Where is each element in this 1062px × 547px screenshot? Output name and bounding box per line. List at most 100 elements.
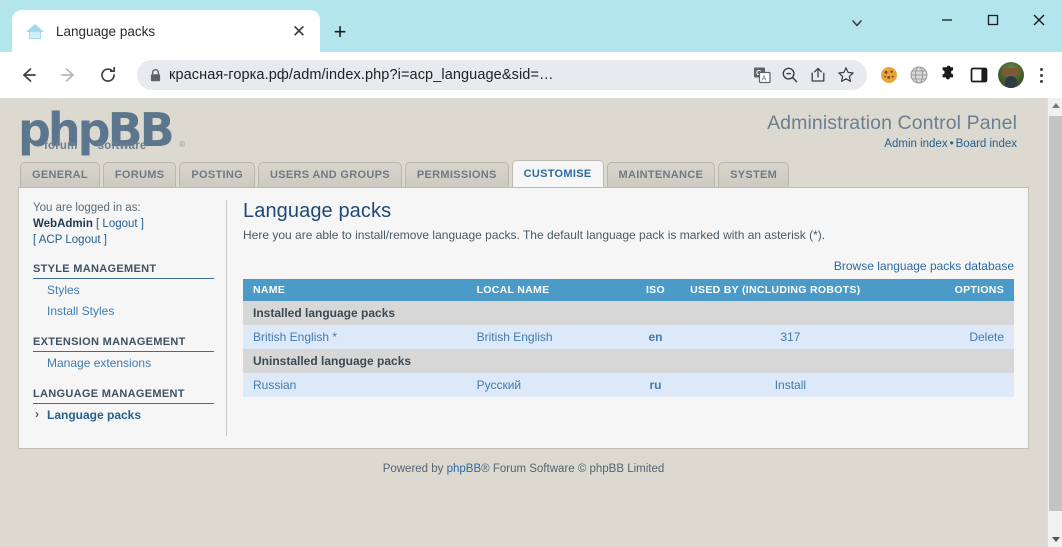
acp-panel: You are logged in as: WebAdmin [ Logout … — [18, 187, 1029, 449]
cell-iso: ru — [620, 373, 691, 397]
language-name-link[interactable]: British English * — [253, 330, 337, 344]
header-links: Admin index • Board index — [767, 138, 1017, 150]
avatar[interactable] — [998, 62, 1024, 88]
browse-link-row: Browse language packs database — [243, 259, 1014, 273]
acp-header: phpBB forum software ® Administration Con… — [18, 98, 1029, 160]
table-group-row: Installed language packs — [243, 301, 1014, 325]
close-window-button[interactable] — [1016, 0, 1062, 40]
page-title: Language packs — [243, 200, 392, 222]
sidebar-heading-style-management: STYLE MANAGEMENT — [33, 263, 214, 279]
close-tab-icon[interactable]: ✕ — [286, 18, 312, 44]
install-link[interactable]: Install — [775, 378, 806, 392]
table-header-row: NAME LOCAL NAME ISO USED BY (INCLUDING R… — [243, 279, 1014, 301]
browser-tab-title: Language packs — [56, 23, 156, 39]
url-text: красная-горка.рф/adm/index.php?i=acp_lan… — [169, 67, 554, 83]
column-header-name: NAME — [243, 279, 467, 301]
scroll-up-arrow-icon[interactable] — [1048, 98, 1062, 113]
phpbb-logo: phpBB forum software ® — [18, 107, 185, 153]
sidebar-heading-extension-management: EXTENSION MANAGEMENT — [33, 336, 214, 352]
tab-system[interactable]: SYSTEM — [718, 162, 790, 187]
browse-language-packs-database-link[interactable]: Browse language packs database — [834, 259, 1014, 273]
cell-name: Russian — [243, 373, 467, 397]
cell-iso: en — [620, 325, 691, 349]
page-viewport: phpBB forum software ® Administration Con… — [0, 98, 1062, 547]
cell-options: Delete — [890, 325, 1014, 349]
tab-posting[interactable]: POSTING — [179, 162, 255, 187]
tab-customise[interactable]: CUSTOMISE — [511, 160, 604, 187]
cookie-icon[interactable] — [874, 58, 904, 92]
tab-general[interactable]: GENERAL — [20, 162, 100, 187]
logged-in-block: You are logged in as: WebAdmin [ Logout … — [33, 200, 214, 248]
minimize-button[interactable] — [924, 0, 970, 40]
sidebar-item-language-packs[interactable]: Language packs — [33, 404, 214, 425]
maximize-button[interactable] — [970, 0, 1016, 40]
vertical-scrollbar[interactable] — [1047, 98, 1062, 547]
logo-sub-forum: forum — [44, 140, 78, 152]
footer-suffix: ® Forum Software © phpBB Limited — [481, 463, 665, 475]
tab-strip: Language packs ✕ + — [0, 0, 800, 52]
reload-icon[interactable] — [91, 58, 125, 92]
logo-sub-software: software — [97, 140, 147, 152]
bookmark-star-icon[interactable] — [833, 62, 859, 88]
group-label-installed: Installed language packs — [243, 301, 1014, 325]
tab-maintenance[interactable]: MAINTENANCE — [606, 162, 716, 187]
board-index-link[interactable]: Board index — [956, 138, 1017, 150]
acp-sidebar: You are logged in as: WebAdmin [ Logout … — [31, 200, 227, 436]
phpbb-footer-link[interactable]: phpBB — [447, 463, 482, 475]
column-header-local-name: LOCAL NAME — [466, 279, 621, 301]
svg-text:A: A — [762, 75, 767, 82]
page-description: Here you are able to install/remove lang… — [243, 228, 826, 242]
table-group-row: Uninstalled language packs — [243, 349, 1014, 373]
sidebar-item-manage-extensions[interactable]: Manage extensions — [33, 352, 214, 373]
lock-icon — [141, 68, 169, 83]
scrollbar-thumb[interactable] — [1049, 116, 1062, 511]
logout-link[interactable]: [ Logout ] — [96, 218, 144, 230]
language-packs-table: NAME LOCAL NAME ISO USED BY (INCLUDING R… — [243, 279, 1014, 397]
link-separator: • — [949, 138, 954, 150]
column-header-used-by: USED BY (INCLUDING ROBOTS) — [690, 279, 891, 301]
acp-logout-link[interactable]: [ ACP Logout ] — [33, 234, 107, 246]
house-icon — [26, 22, 44, 40]
zoom-out-icon[interactable] — [777, 62, 803, 88]
username: WebAdmin — [33, 218, 93, 230]
globe-icon[interactable] — [904, 58, 934, 92]
table-row: Russian Русский ru Install — [243, 373, 1014, 397]
address-bar[interactable]: красная-горка.рф/adm/index.php?i=acp_lan… — [137, 60, 867, 90]
cell-local-name: British English — [466, 325, 621, 349]
delete-link[interactable]: Delete — [969, 330, 1004, 344]
tab-users-and-groups[interactable]: USERS AND GROUPS — [257, 162, 402, 187]
column-header-iso: ISO — [620, 279, 691, 301]
acp-page: phpBB forum software ® Administration Con… — [0, 98, 1047, 547]
browser-titlebar: Language packs ✕ + — [0, 0, 1062, 52]
cell-install: Install — [690, 373, 891, 397]
cell-name: British English * — [243, 325, 467, 349]
chevron-down-icon[interactable] — [834, 0, 880, 46]
page-footer: Powered by phpBB® Forum Software © phpBB… — [18, 449, 1029, 485]
side-panel-icon[interactable] — [964, 58, 994, 92]
cell-used-by: 317 — [690, 325, 891, 349]
scroll-down-arrow-icon[interactable] — [1048, 532, 1062, 547]
tab-forums[interactable]: FORUMS — [102, 162, 177, 187]
window-controls — [924, 0, 1062, 52]
share-icon[interactable] — [805, 62, 831, 88]
translate-icon[interactable]: GA — [749, 62, 775, 88]
tab-permissions[interactable]: PERMISSIONS — [404, 162, 509, 187]
browser-menu-icon[interactable] — [1028, 58, 1054, 92]
sidebar-item-install-styles[interactable]: Install Styles — [33, 300, 214, 321]
new-tab-button[interactable]: + — [326, 18, 354, 46]
puzzle-icon[interactable] — [934, 58, 964, 92]
logged-in-label: You are logged in as: — [33, 202, 141, 214]
cell-local-name: Русский — [466, 373, 621, 397]
sidebar-heading-language-management: LANGUAGE MANAGEMENT — [33, 388, 214, 404]
browser-toolbar: красная-горка.рф/adm/index.php?i=acp_lan… — [0, 52, 1062, 98]
acp-header-right: Administration Control Panel Admin index… — [767, 112, 1017, 150]
forward-icon[interactable] — [51, 58, 85, 92]
column-header-options: OPTIONS — [890, 279, 1014, 301]
sidebar-item-styles[interactable]: Styles — [33, 279, 214, 300]
browser-tab[interactable]: Language packs ✕ — [12, 10, 320, 52]
back-icon[interactable] — [11, 58, 45, 92]
admin-index-link[interactable]: Admin index — [884, 138, 947, 150]
cell-options — [890, 373, 1014, 397]
acp-content: Language packs Here you are able to inst… — [227, 200, 1016, 436]
registered-mark: ® — [179, 140, 185, 149]
